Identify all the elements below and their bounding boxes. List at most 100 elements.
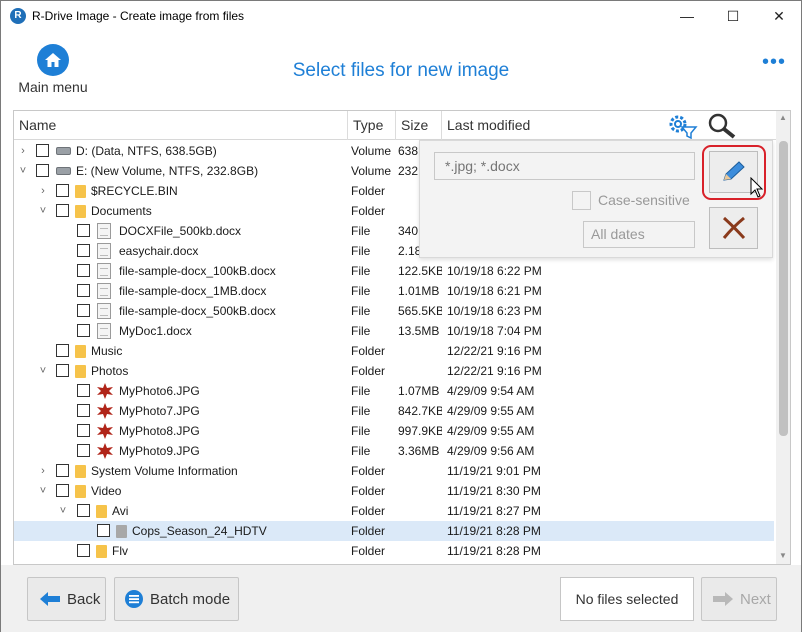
column-header-name[interactable]: Name xyxy=(14,111,348,140)
case-sensitive-label: Case-sensitive xyxy=(598,192,690,208)
row-checkbox[interactable] xyxy=(56,184,69,197)
gear-filter-icon xyxy=(669,115,698,139)
table-row[interactable]: file-sample-docx_100kB.docx File 122.5KB… xyxy=(14,261,774,281)
word-document-icon xyxy=(97,263,111,279)
table-row[interactable]: MyPhoto6.JPG File 1.07MB 4/29/09 9:54 AM xyxy=(14,381,774,401)
folder-icon xyxy=(75,185,86,198)
table-row[interactable]: ˅ Avi Folder 11/19/21 8:27 PM xyxy=(14,501,774,521)
folder-icon xyxy=(75,465,86,478)
row-checkbox[interactable] xyxy=(77,304,90,317)
table-row[interactable]: MyDoc1.docx File 13.5MB 10/19/18 7:04 PM xyxy=(14,321,774,341)
clear-filter-button[interactable] xyxy=(709,207,758,249)
row-type: Folder xyxy=(351,504,386,518)
row-checkbox[interactable] xyxy=(77,224,90,237)
row-size: 122.5KB xyxy=(398,264,442,278)
row-checkbox[interactable] xyxy=(36,144,49,157)
word-document-icon xyxy=(97,243,111,259)
column-header-type[interactable]: Type xyxy=(348,111,396,140)
row-size: 842.7KB xyxy=(398,404,442,418)
row-type: File xyxy=(351,244,371,258)
scroll-up-icon[interactable]: ▲ xyxy=(776,111,790,125)
row-checkbox[interactable] xyxy=(77,384,90,397)
more-options-button[interactable]: ••• xyxy=(761,52,787,76)
collapse-chevron-icon[interactable]: ˅ xyxy=(38,484,48,498)
file-mask-input[interactable] xyxy=(434,152,695,180)
row-checkbox[interactable] xyxy=(56,204,69,217)
table-row[interactable]: MyPhoto7.JPG File 842.7KB 4/29/09 9:55 A… xyxy=(14,401,774,421)
row-name: Photos xyxy=(91,364,129,378)
row-size: 3.36MB xyxy=(398,444,440,458)
row-checkbox[interactable] xyxy=(56,464,69,477)
row-checkbox[interactable] xyxy=(36,164,49,177)
row-modified: 4/29/09 9:55 AM xyxy=(447,404,535,418)
case-sensitive-checkbox[interactable] xyxy=(572,191,591,210)
image-file-icon xyxy=(97,383,113,399)
table-row[interactable]: file-sample-docx_1MB.docx File 1.01MB 10… xyxy=(14,281,774,301)
table-row[interactable]: ˅ Photos Folder 12/22/21 9:16 PM xyxy=(14,361,774,381)
table-row[interactable]: Flv Folder 11/19/21 8:28 PM xyxy=(14,541,774,561)
row-modified: 11/19/21 8:27 PM xyxy=(447,504,541,518)
row-type: Folder xyxy=(351,544,386,558)
table-row-selected[interactable]: Cops_Season_24_HDTV Folder 11/19/21 8:28… xyxy=(14,521,774,541)
minimize-button[interactable]: — xyxy=(664,1,710,31)
row-checkbox[interactable] xyxy=(77,444,90,457)
scroll-thumb[interactable] xyxy=(779,141,788,436)
table-row[interactable]: Music Folder 12/22/21 9:16 PM xyxy=(14,341,774,361)
folder-icon xyxy=(75,345,86,358)
expand-chevron-icon[interactable]: › xyxy=(38,464,48,478)
maximize-button[interactable]: ☐ xyxy=(710,1,756,31)
folder-icon xyxy=(75,485,86,498)
row-checkbox[interactable] xyxy=(77,404,90,417)
row-checkbox[interactable] xyxy=(77,284,90,297)
close-button[interactable]: ✕ xyxy=(756,1,802,31)
row-name: MyPhoto9.JPG xyxy=(119,444,200,458)
column-header-size[interactable]: Size xyxy=(396,111,442,140)
row-checkbox[interactable] xyxy=(77,504,90,517)
next-button[interactable]: Next xyxy=(701,577,777,621)
selection-status: No files selected xyxy=(560,577,694,621)
row-checkbox[interactable] xyxy=(77,544,90,557)
app-window: R R-Drive Image - Create image from file… xyxy=(0,0,802,632)
expand-chevron-icon[interactable]: › xyxy=(38,184,48,198)
header: Main menu Select files for new image ••• xyxy=(1,32,801,110)
collapse-chevron-icon[interactable]: ˅ xyxy=(38,204,48,218)
row-checkbox[interactable] xyxy=(56,484,69,497)
table-row[interactable]: MyPhoto9.JPG File 3.36MB 4/29/09 9:56 AM xyxy=(14,441,774,461)
vertical-scrollbar[interactable]: ▲ ▼ xyxy=(776,111,790,564)
search-button[interactable] xyxy=(704,111,740,140)
row-checkbox[interactable] xyxy=(77,424,90,437)
row-name: Avi xyxy=(112,504,129,518)
batch-list-icon xyxy=(125,590,143,608)
row-checkbox[interactable] xyxy=(97,524,110,537)
row-type: Volume xyxy=(351,164,392,178)
back-button[interactable]: Back xyxy=(27,577,106,621)
row-name: MyPhoto6.JPG xyxy=(119,384,200,398)
row-type: File xyxy=(351,384,371,398)
expand-chevron-icon[interactable]: › xyxy=(18,144,28,158)
mouse-cursor-icon xyxy=(750,177,764,198)
table-row[interactable]: MyPhoto8.JPG File 997.9KB 4/29/09 9:55 A… xyxy=(14,421,774,441)
table-row[interactable]: file-sample-docx_500kB.docx File 565.5KB… xyxy=(14,301,774,321)
date-filter-select[interactable]: All dates xyxy=(583,221,695,248)
arrow-left-icon xyxy=(40,592,60,606)
collapse-chevron-icon[interactable]: ˅ xyxy=(38,364,48,378)
row-name: Music xyxy=(91,344,123,358)
scroll-down-icon[interactable]: ▼ xyxy=(776,549,790,563)
table-row[interactable]: › System Volume Information Folder 11/19… xyxy=(14,461,774,481)
row-name: System Volume Information xyxy=(91,464,238,478)
filter-settings-button[interactable] xyxy=(662,111,702,140)
row-checkbox[interactable] xyxy=(77,244,90,257)
row-checkbox[interactable] xyxy=(77,264,90,277)
row-checkbox[interactable] xyxy=(56,364,69,377)
collapse-chevron-icon[interactable]: ˅ xyxy=(18,164,28,178)
row-checkbox[interactable] xyxy=(77,324,90,337)
batch-mode-button[interactable]: Batch mode xyxy=(114,577,239,621)
filter-panel: Case-sensitive All dates xyxy=(419,140,773,258)
row-size: 1.07MB xyxy=(398,384,440,398)
row-modified: 11/19/21 9:01 PM xyxy=(447,464,541,478)
row-checkbox[interactable] xyxy=(56,344,69,357)
collapse-chevron-icon[interactable]: ˅ xyxy=(58,504,68,518)
table-row[interactable]: ˅ Video Folder 11/19/21 8:30 PM xyxy=(14,481,774,501)
column-header-last-modified[interactable]: Last modified xyxy=(442,111,662,140)
row-type: File xyxy=(351,404,371,418)
